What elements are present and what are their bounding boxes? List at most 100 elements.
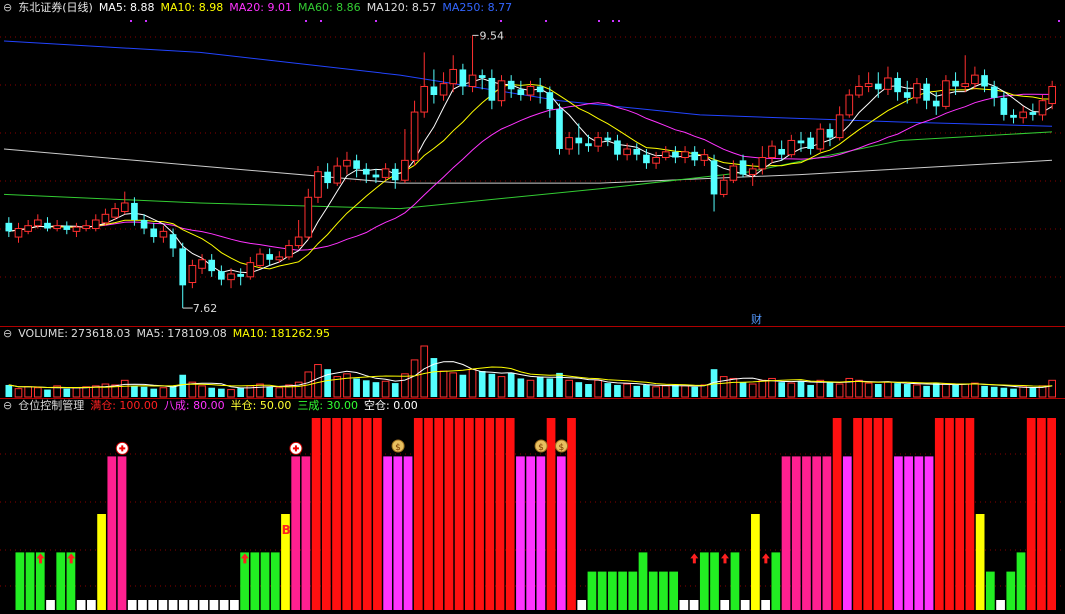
position-bar[interactable] bbox=[332, 418, 341, 610]
position-bar[interactable] bbox=[1026, 418, 1036, 610]
candle-body[interactable] bbox=[923, 83, 930, 101]
candle-body[interactable] bbox=[614, 140, 621, 155]
candle-body[interactable] bbox=[1000, 97, 1008, 115]
position-bar[interactable] bbox=[556, 456, 566, 610]
collapse-icon[interactable]: ⊖ bbox=[3, 1, 12, 14]
volume-bar[interactable] bbox=[913, 384, 921, 398]
position-bar[interactable] bbox=[546, 418, 556, 610]
position-bar[interactable] bbox=[424, 418, 433, 610]
position-bar[interactable] bbox=[699, 552, 709, 610]
candle-body[interactable] bbox=[903, 92, 911, 98]
candle-body[interactable] bbox=[787, 139, 796, 156]
candle-body[interactable] bbox=[652, 157, 660, 164]
position-bar[interactable] bbox=[740, 600, 750, 610]
volume-bar[interactable] bbox=[179, 374, 187, 397]
position-bar[interactable] bbox=[107, 456, 117, 610]
candle-body[interactable] bbox=[1038, 100, 1047, 116]
volume-bar[interactable] bbox=[381, 380, 390, 398]
volume-bar[interactable] bbox=[923, 385, 930, 397]
candle-body[interactable] bbox=[575, 137, 583, 144]
volume-bar[interactable] bbox=[894, 383, 901, 397]
position-bar[interactable] bbox=[485, 418, 495, 610]
volume-bar[interactable] bbox=[816, 379, 825, 398]
candle-body[interactable] bbox=[874, 83, 882, 90]
position-bar[interactable] bbox=[628, 571, 638, 610]
position-bar[interactable] bbox=[311, 418, 321, 610]
candle-body[interactable] bbox=[497, 80, 506, 102]
position-bar[interactable] bbox=[842, 456, 852, 610]
volume-bar[interactable] bbox=[314, 364, 322, 398]
candle-body[interactable] bbox=[218, 271, 225, 280]
position-bar[interactable] bbox=[638, 552, 648, 610]
volume-bar[interactable] bbox=[633, 385, 641, 397]
position-bar[interactable] bbox=[710, 552, 719, 610]
volume-bar[interactable] bbox=[661, 385, 670, 398]
volume-bar[interactable] bbox=[1019, 386, 1028, 398]
volume-bar[interactable] bbox=[33, 387, 42, 398]
candle-body[interactable] bbox=[807, 137, 814, 149]
position-bar[interactable] bbox=[894, 456, 903, 610]
volume-bar[interactable] bbox=[719, 376, 728, 398]
candle-body[interactable] bbox=[198, 259, 206, 269]
position-bar[interactable] bbox=[608, 571, 617, 610]
candle-body[interactable] bbox=[362, 168, 370, 175]
position-bar[interactable] bbox=[373, 418, 382, 610]
volume-bar[interactable] bbox=[72, 387, 81, 398]
volume-bar[interactable] bbox=[5, 384, 13, 397]
position-bar[interactable] bbox=[781, 456, 791, 610]
candle-body[interactable] bbox=[565, 137, 573, 150]
volume-bar[interactable] bbox=[565, 379, 573, 398]
candle-body[interactable] bbox=[681, 151, 689, 159]
candle-body[interactable] bbox=[63, 225, 71, 230]
position-bar[interactable] bbox=[321, 418, 331, 610]
volume-bar[interactable] bbox=[585, 384, 592, 397]
candle-body[interactable] bbox=[237, 273, 245, 277]
candle-body[interactable] bbox=[845, 94, 854, 116]
candle-body[interactable] bbox=[778, 148, 786, 155]
volume-bar[interactable] bbox=[227, 389, 235, 398]
candle-body[interactable] bbox=[44, 222, 51, 229]
position-bar[interactable] bbox=[904, 456, 913, 610]
volume-bar[interactable] bbox=[932, 383, 940, 397]
position-bar[interactable] bbox=[720, 600, 730, 610]
volume-bar[interactable] bbox=[884, 381, 892, 398]
position-bar[interactable] bbox=[924, 456, 934, 610]
volume-bar[interactable] bbox=[391, 383, 399, 397]
candle-body[interactable] bbox=[227, 273, 235, 281]
candle-body[interactable] bbox=[1048, 85, 1057, 105]
position-bar[interactable] bbox=[362, 418, 372, 610]
candle-body[interactable] bbox=[961, 83, 970, 87]
volume-bar[interactable] bbox=[826, 382, 834, 397]
volume-bar[interactable] bbox=[82, 386, 90, 398]
volume-bar[interactable] bbox=[439, 370, 448, 398]
candle-body[interactable] bbox=[758, 157, 767, 170]
position-bar[interactable] bbox=[403, 456, 413, 610]
volume-bar[interactable] bbox=[971, 382, 979, 398]
position-bar[interactable] bbox=[587, 571, 597, 610]
volume-bar[interactable] bbox=[903, 384, 911, 397]
volume-bar[interactable] bbox=[623, 383, 631, 398]
candle-body[interactable] bbox=[33, 219, 42, 227]
position-bar[interactable] bbox=[730, 552, 740, 610]
volume-bar[interactable] bbox=[517, 378, 525, 397]
volume-bar[interactable] bbox=[275, 387, 284, 398]
candle-body[interactable] bbox=[488, 77, 496, 101]
candle-body[interactable] bbox=[343, 159, 351, 167]
candle-body[interactable] bbox=[643, 154, 650, 164]
volume-bar[interactable] bbox=[681, 385, 689, 398]
candle-body[interactable] bbox=[72, 226, 81, 232]
position-bar[interactable] bbox=[914, 456, 924, 610]
volume-bar[interactable] bbox=[643, 384, 650, 397]
position-bar[interactable] bbox=[148, 600, 158, 610]
volume-bar[interactable] bbox=[410, 359, 419, 398]
candle-body[interactable] bbox=[556, 109, 563, 149]
candle-body[interactable] bbox=[140, 220, 148, 229]
candle-body[interactable] bbox=[594, 137, 602, 147]
candle-body[interactable] bbox=[372, 174, 380, 178]
volume-bar[interactable] bbox=[256, 383, 264, 398]
candle-body[interactable] bbox=[82, 225, 90, 230]
candle-body[interactable] bbox=[1029, 112, 1037, 115]
candle-body[interactable] bbox=[120, 202, 129, 212]
candle-body[interactable] bbox=[710, 160, 718, 195]
volume-bar[interactable] bbox=[140, 386, 148, 397]
